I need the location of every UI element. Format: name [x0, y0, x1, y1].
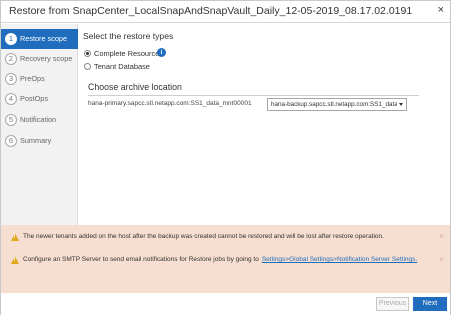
step-restore-scope[interactable]: 1 Restore scope — [1, 29, 78, 49]
step-summary[interactable]: 6 Summary — [1, 131, 78, 151]
step-number: 1 — [5, 33, 17, 45]
section-divider — [88, 95, 419, 96]
alert-text: The newer tenants added on the host afte… — [23, 233, 384, 240]
info-icon[interactable]: i — [157, 48, 166, 57]
restore-types-heading: Select the restore types — [83, 31, 174, 41]
complete-resource-label: Complete Resource — [94, 49, 160, 58]
step-notification[interactable]: 5 Notification — [1, 110, 78, 130]
chevron-down-icon — [399, 103, 403, 106]
warning-icon — [11, 256, 19, 264]
source-volume-label: hana-primary.sapcc.stl.netapp.com:SS1_da… — [88, 100, 252, 107]
close-icon[interactable]: × — [438, 4, 444, 16]
step-number: 4 — [5, 93, 17, 105]
alert-close-icon[interactable]: × — [439, 254, 444, 264]
step-label: PostOps — [20, 94, 48, 103]
alert-text-wrap: Configure an SMTP Server to send email n… — [23, 256, 417, 263]
complete-resource-radio[interactable] — [84, 50, 91, 57]
step-number: 5 — [5, 114, 17, 126]
main-content: Select the restore types Complete Resour… — [83, 24, 448, 224]
step-label: Recovery scope — [20, 54, 73, 63]
option-tenant-database[interactable]: Tenant Database — [84, 62, 164, 72]
step-postops[interactable]: 4 PostOps — [1, 89, 78, 109]
alert-tenants-lost: The newer tenants added on the host afte… — [1, 227, 450, 249]
warning-icon — [11, 233, 19, 241]
previous-button[interactable]: Previous — [376, 297, 409, 311]
step-number: 6 — [5, 135, 17, 147]
step-label: PreOps — [20, 74, 45, 83]
archive-location-select[interactable]: hana-backup.sapcc.stl.netapp.com:SS1_dat… — [267, 98, 407, 111]
step-recovery-scope[interactable]: 2 Recovery scope — [1, 49, 78, 69]
alerts-panel: The newer tenants added on the host afte… — [1, 225, 450, 293]
step-number: 2 — [5, 53, 17, 65]
archive-location-value: hana-backup.sapcc.stl.netapp.com:SS1_dat… — [271, 101, 397, 108]
dialog-titlebar: Restore from SnapCenter_LocalSnapAndSnap… — [1, 1, 450, 23]
notification-settings-link[interactable]: Settings>Global Settings>Notification Se… — [262, 256, 417, 263]
wizard-steps: 1 Restore scope 2 Recovery scope 3 PreOp… — [1, 24, 78, 225]
option-complete-resource[interactable]: Complete Resource i — [84, 48, 184, 59]
step-label: Summary — [20, 136, 52, 145]
dialog-title: Restore from SnapCenter_LocalSnapAndSnap… — [9, 5, 413, 17]
step-number: 3 — [5, 73, 17, 85]
alert-text: Configure an SMTP Server to send email n… — [23, 256, 259, 263]
next-button[interactable]: Next — [413, 297, 447, 311]
alert-close-icon[interactable]: × — [439, 231, 444, 241]
tenant-database-radio[interactable] — [84, 63, 91, 70]
tenant-database-label: Tenant Database — [94, 62, 150, 71]
restore-dialog: Restore from SnapCenter_LocalSnapAndSnap… — [0, 0, 451, 315]
alert-smtp: Configure an SMTP Server to send email n… — [1, 250, 450, 272]
step-label: Notification — [20, 115, 57, 124]
step-preops[interactable]: 3 PreOps — [1, 69, 78, 89]
archive-location-heading: Choose archive location — [88, 82, 182, 92]
dialog-footer: Previous Next — [1, 293, 450, 315]
step-label: Restore scope — [20, 34, 68, 43]
